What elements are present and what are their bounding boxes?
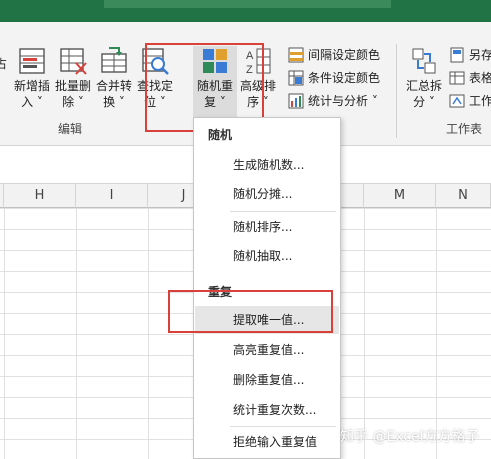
watermark-text: 知乎 @Excel方方格子	[340, 429, 480, 445]
table-button[interactable]: 表格	[449, 69, 491, 86]
interval-color-label: 间隔设定颜色	[308, 48, 381, 62]
find-locate-icon	[142, 48, 169, 75]
worksheet-label: 工作	[469, 94, 491, 108]
menu-item-delete-duplicates[interactable]: 删除重复值...	[195, 366, 339, 394]
menu-item-random-draw[interactable]: 随机抽取...	[195, 242, 339, 270]
advanced-sort-button[interactable]: A Z 高级排 序 ˅	[238, 46, 278, 110]
random-repeat-menu: 随机 生成随机数... 随机分摊... 随机排序... 随机抽取... 重复 提…	[193, 117, 341, 459]
insert-rows-icon	[19, 48, 45, 74]
find-locate-label-2: 位 ˅	[144, 95, 166, 109]
menu-item-highlight-duplicates[interactable]: 高亮重复值...	[195, 336, 339, 364]
menu-item-random-allocate[interactable]: 随机分摊...	[195, 180, 339, 208]
conditional-color-button[interactable]: 条件设定颜色	[288, 69, 380, 86]
menu-item-random-sort[interactable]: 随机排序...	[195, 213, 339, 241]
batch-delete-button[interactable]: 批量删 除 ˅	[53, 46, 93, 110]
menu-divider	[230, 426, 336, 427]
ribbon-separator	[396, 44, 397, 138]
save-as-icon	[450, 47, 464, 62]
summary-split-button[interactable]: 汇总拆 分 ˅	[404, 46, 444, 110]
title-bar-accent	[104, 0, 391, 8]
interval-color-icon	[288, 47, 304, 62]
table-icon	[449, 71, 465, 84]
random-repeat-icon	[203, 49, 227, 73]
merge-convert-button[interactable]: 合并转 换 ˅	[94, 46, 134, 110]
column-header-i[interactable]: I	[76, 184, 148, 208]
sort-az-icon: A Z	[246, 48, 271, 76]
group-sheet-label: 工作表	[446, 122, 483, 136]
table-label: 表格	[469, 71, 491, 85]
summary-split-label-2: 分 ˅	[413, 95, 435, 109]
menu-section-repeat: 重复	[208, 285, 233, 299]
group-edit-label: 编辑	[58, 122, 83, 136]
merge-convert-label-2: 换 ˅	[103, 95, 125, 109]
insert-new-button[interactable]: 新增插 入 ˅	[12, 46, 52, 110]
find-locate-button[interactable]: 查找定 位 ˅	[135, 46, 175, 110]
random-repeat-button[interactable]: 随机重 复 ˅	[193, 46, 237, 118]
menu-divider	[230, 211, 336, 212]
svg-text:Z: Z	[246, 64, 253, 76]
merge-convert-icon	[101, 47, 127, 73]
worksheet-icon	[449, 94, 465, 107]
merge-convert-label-1: 合并转	[95, 79, 132, 93]
conditional-color-icon	[288, 70, 304, 85]
cut-off-label: 占	[0, 57, 7, 71]
column-header-n[interactable]: N	[436, 184, 491, 208]
summary-split-icon	[412, 48, 436, 74]
menu-item-count-duplicates[interactable]: 统计重复次数...	[195, 396, 339, 424]
worksheet-button[interactable]: 工作	[449, 92, 491, 109]
batch-delete-icon	[60, 48, 87, 75]
save-as-button[interactable]: 另存	[449, 46, 491, 63]
summary-split-label-1: 汇总拆	[405, 79, 442, 93]
interval-color-button[interactable]: 间隔设定颜色	[288, 46, 380, 63]
save-as-label: 另存	[469, 48, 491, 62]
column-header-h[interactable]: H	[4, 184, 76, 208]
random-repeat-label-1: 随机重	[196, 79, 233, 93]
menu-item-reject-duplicate-input[interactable]: 拒绝输入重复值	[195, 428, 339, 456]
insert-new-label-1: 新增插	[13, 79, 50, 93]
find-locate-label-1: 查找定	[136, 79, 173, 93]
advanced-sort-label-1: 高级排	[239, 79, 276, 93]
stats-analysis-icon	[288, 93, 304, 108]
insert-new-label-2: 入 ˅	[21, 95, 43, 109]
column-header-m[interactable]: M	[364, 184, 436, 208]
random-repeat-label-2: 复 ˅	[204, 95, 226, 109]
menu-item-generate-random[interactable]: 生成随机数...	[195, 151, 339, 179]
stats-analysis-label: 统计与分析 ˅	[308, 94, 378, 108]
cut-off-button[interactable]: 占	[0, 56, 8, 72]
menu-section-random: 随机	[208, 128, 233, 142]
advanced-sort-label-2: 序 ˅	[247, 95, 269, 109]
menu-item-extract-unique[interactable]: 提取唯一值...	[195, 306, 339, 334]
batch-delete-label-2: 除 ˅	[62, 95, 84, 109]
svg-text:A: A	[246, 50, 254, 62]
conditional-color-label: 条件设定颜色	[308, 71, 381, 85]
title-bar	[0, 0, 491, 22]
batch-delete-label-1: 批量删	[54, 79, 91, 93]
stats-analysis-button[interactable]: 统计与分析 ˅	[288, 92, 378, 109]
